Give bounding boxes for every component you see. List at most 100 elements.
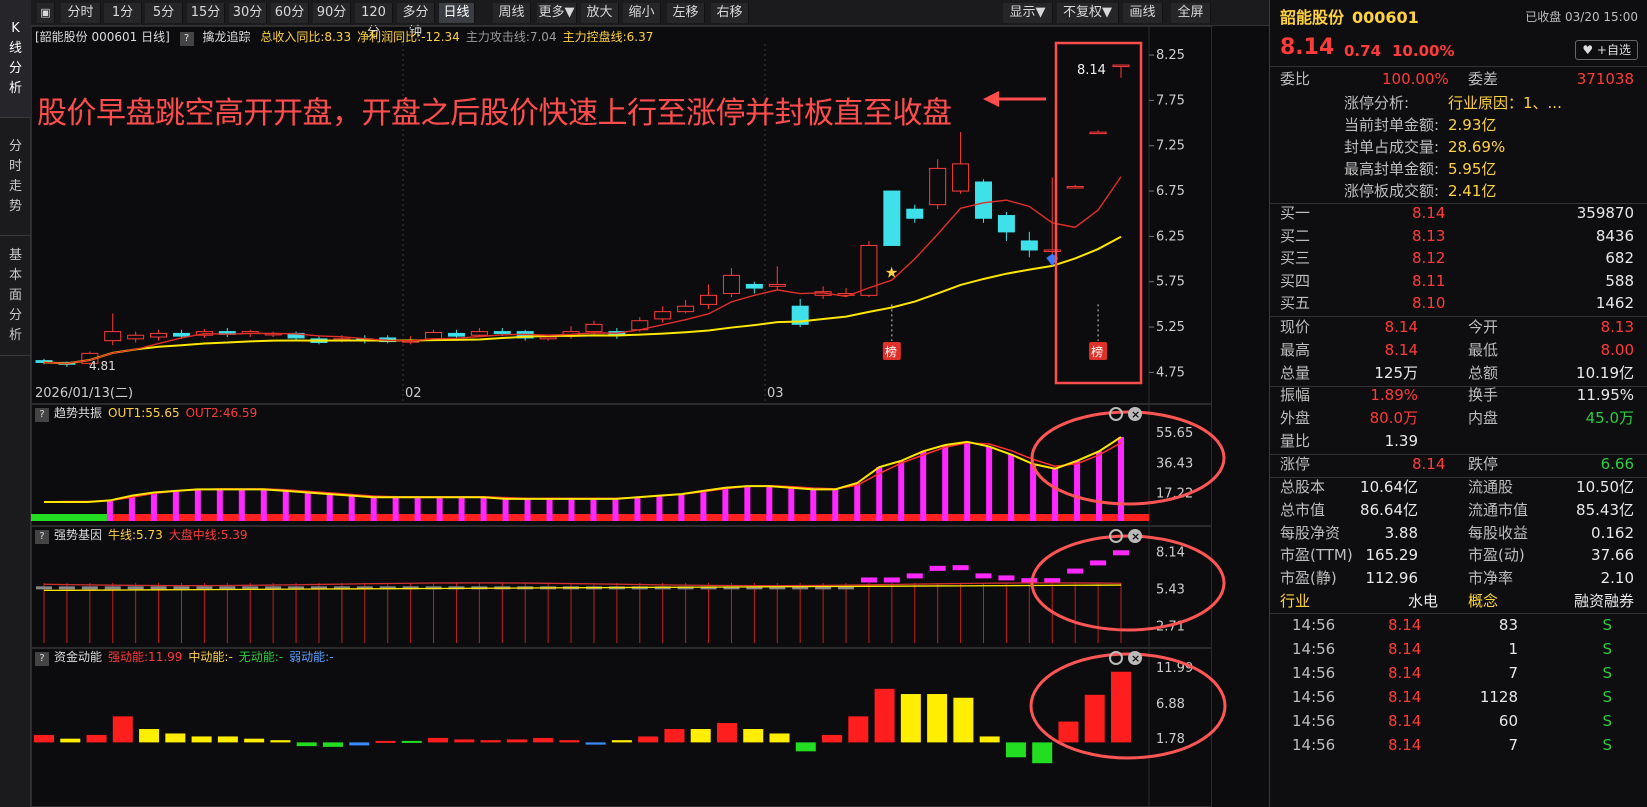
tick-side: S <box>1602 640 1612 658</box>
trend-bar <box>1096 451 1103 521</box>
quote-row: 现价 8.14 今开 8.13 <box>1270 316 1647 339</box>
gene-bar <box>36 586 52 590</box>
quote-value: 11.95% <box>1576 386 1634 404</box>
period-tab[interactable]: 120分 <box>355 3 393 40</box>
close-glyph: × <box>1131 408 1140 421</box>
fundamental-label: 市盈(动) <box>1468 546 1525 565</box>
toolbar-right-button[interactable]: 不复权▼ <box>1057 3 1119 23</box>
period-tab[interactable]: 右移 <box>711 3 749 23</box>
period-tab[interactable]: 30分 <box>229 3 267 23</box>
period-tab[interactable]: 5分 <box>145 3 183 23</box>
period-tab[interactable]: 90分 <box>313 3 351 23</box>
candle-body <box>677 305 695 313</box>
candle-body <box>1066 186 1084 189</box>
help-icon[interactable]: ? <box>35 530 49 544</box>
add-favorite-button[interactable]: ♥ +自选 <box>1575 40 1638 60</box>
indicator-value: 主力控盘线:6.37 <box>562 30 654 44</box>
buy-level-row[interactable]: 买一 8.14 359870 <box>1270 202 1647 225</box>
fund-bar <box>454 739 475 743</box>
buy-level-volume: 8436 <box>1595 226 1634 245</box>
y-tick-label: 6.75 <box>1156 184 1185 199</box>
quote-label: 量比 <box>1280 432 1311 450</box>
y-tick-label: 5.75 <box>1156 275 1185 290</box>
buy-level-row[interactable]: 买二 8.13 8436 <box>1270 225 1647 248</box>
gene-bar <box>883 577 900 583</box>
concept-label[interactable]: 概念 <box>1468 590 1498 613</box>
buy-level-label: 买二 <box>1280 226 1311 245</box>
weibi-row: 委比 100.00% 委差 371038 <box>1270 68 1647 91</box>
limit-info-label: 最高封单金额: <box>1344 160 1440 178</box>
help-icon[interactable]: ? <box>35 408 49 422</box>
star-icon: ★ <box>885 264 898 282</box>
quote-row: 最高 8.14 最低 8.00 <box>1270 339 1647 362</box>
period-tab[interactable]: 多分钟 <box>397 3 435 40</box>
period-tab[interactable]: 更多▼ <box>537 3 577 23</box>
x-axis-label: 03 <box>767 386 784 401</box>
buy-level-volume: 1462 <box>1595 294 1634 313</box>
margin-label[interactable]: 融资融券 <box>1574 590 1634 613</box>
period-tab[interactable]: 分时 <box>61 3 101 23</box>
price-change-pct: 10.00% <box>1392 42 1455 60</box>
dieting-label: 跌停 <box>1468 455 1499 473</box>
buy-level-row[interactable]: 买五 8.10 1462 <box>1270 292 1647 315</box>
home-icon[interactable]: ▣ <box>37 3 55 23</box>
fund-bar <box>1032 742 1053 764</box>
help-icon[interactable]: ? <box>35 652 49 666</box>
indicator-value: 总收入同比:8.33 <box>260 30 352 44</box>
quote-value: 80.0万 <box>1369 409 1418 427</box>
quote-label: 现价 <box>1280 318 1311 336</box>
stock-header: 韶能股份 000601 已收盘 03/20 15:00 <box>1270 6 1647 34</box>
quote-label: 最低 <box>1468 341 1499 359</box>
fundamental-label: 市盈(TTM) <box>1280 546 1353 565</box>
nav-fenshi-tab[interactable]: 分时走势 <box>0 118 31 236</box>
kline-chart-area[interactable]: 8.25 7.75 7.25 6.75 6.25 5.75 5.25 4.75 2026/01/… <box>31 26 1269 807</box>
fund-bar <box>638 736 659 743</box>
candle-body <box>1112 64 1130 68</box>
period-tab[interactable]: 左移 <box>667 3 705 23</box>
toolbar-right-button[interactable]: 显示▼ <box>1003 3 1053 23</box>
fund-bar <box>795 742 816 752</box>
tick-side: S <box>1602 688 1612 706</box>
period-tab[interactable]: 15分 <box>187 3 225 23</box>
nav-jiben-tab[interactable]: 基本面分析 <box>0 236 31 356</box>
y-tick-label: 8.25 <box>1156 48 1185 63</box>
fund-bar <box>34 734 54 743</box>
period-tab[interactable]: 1分 <box>104 3 142 23</box>
fund-bar <box>165 733 186 743</box>
limit-info-value: 28.69% <box>1448 138 1506 156</box>
candle-body <box>1089 131 1107 135</box>
panel2-header: ? 强势基因 牛线:5.73 大盘中线:5.39 <box>35 526 248 544</box>
fund-bar <box>822 734 843 743</box>
trend-bar <box>150 492 157 521</box>
weicha-label: 委差 <box>1468 70 1499 88</box>
industry-value[interactable]: 水电 <box>1408 590 1438 613</box>
period-tab[interactable]: 放大 <box>581 3 619 23</box>
period-tab[interactable]: 缩小 <box>623 3 661 23</box>
market-status: 已收盘 03/20 15:00 <box>1525 10 1638 24</box>
trend-bar <box>370 497 377 521</box>
fundamental-value: 37.66 <box>1591 546 1634 565</box>
fundamental-row: 每股净资 3.88 每股收益 0.162 <box>1270 522 1647 545</box>
buy-level-row[interactable]: 买四 8.11 588 <box>1270 270 1647 293</box>
trend-bar <box>788 487 795 521</box>
y-tick-label: 7.25 <box>1156 139 1185 154</box>
tick-row: 14:56 8.14 1128 S <box>1270 686 1647 709</box>
candle-body <box>768 283 786 287</box>
period-tab[interactable]: 60分 <box>271 3 309 23</box>
help-icon[interactable]: ? <box>179 32 194 46</box>
nav-kline-tab[interactable]: K线分析 <box>0 0 31 118</box>
limit-info-row: 最高封单金额: 5.95亿 <box>1270 158 1647 181</box>
limit-info-row: 封单占成交量: 28.69% <box>1270 136 1647 159</box>
buy-level-row[interactable]: 买三 8.12 682 <box>1270 247 1647 270</box>
period-tab[interactable]: 周线 <box>493 3 531 23</box>
fund-bar <box>533 737 554 743</box>
price-change: 0.74 <box>1344 42 1382 60</box>
limit-info-label: 当前封单金额: <box>1344 116 1440 134</box>
toolbar-right-button[interactable]: 画线 <box>1123 3 1163 23</box>
trend-bar <box>810 489 817 521</box>
toolbar-right-button[interactable]: 全屏 <box>1171 3 1211 23</box>
industry-label[interactable]: 行业 <box>1280 590 1310 613</box>
period-tab[interactable]: 日线 <box>439 3 475 23</box>
fundamental-value: 10.50亿 <box>1576 478 1634 496</box>
trend-bar <box>920 451 927 521</box>
